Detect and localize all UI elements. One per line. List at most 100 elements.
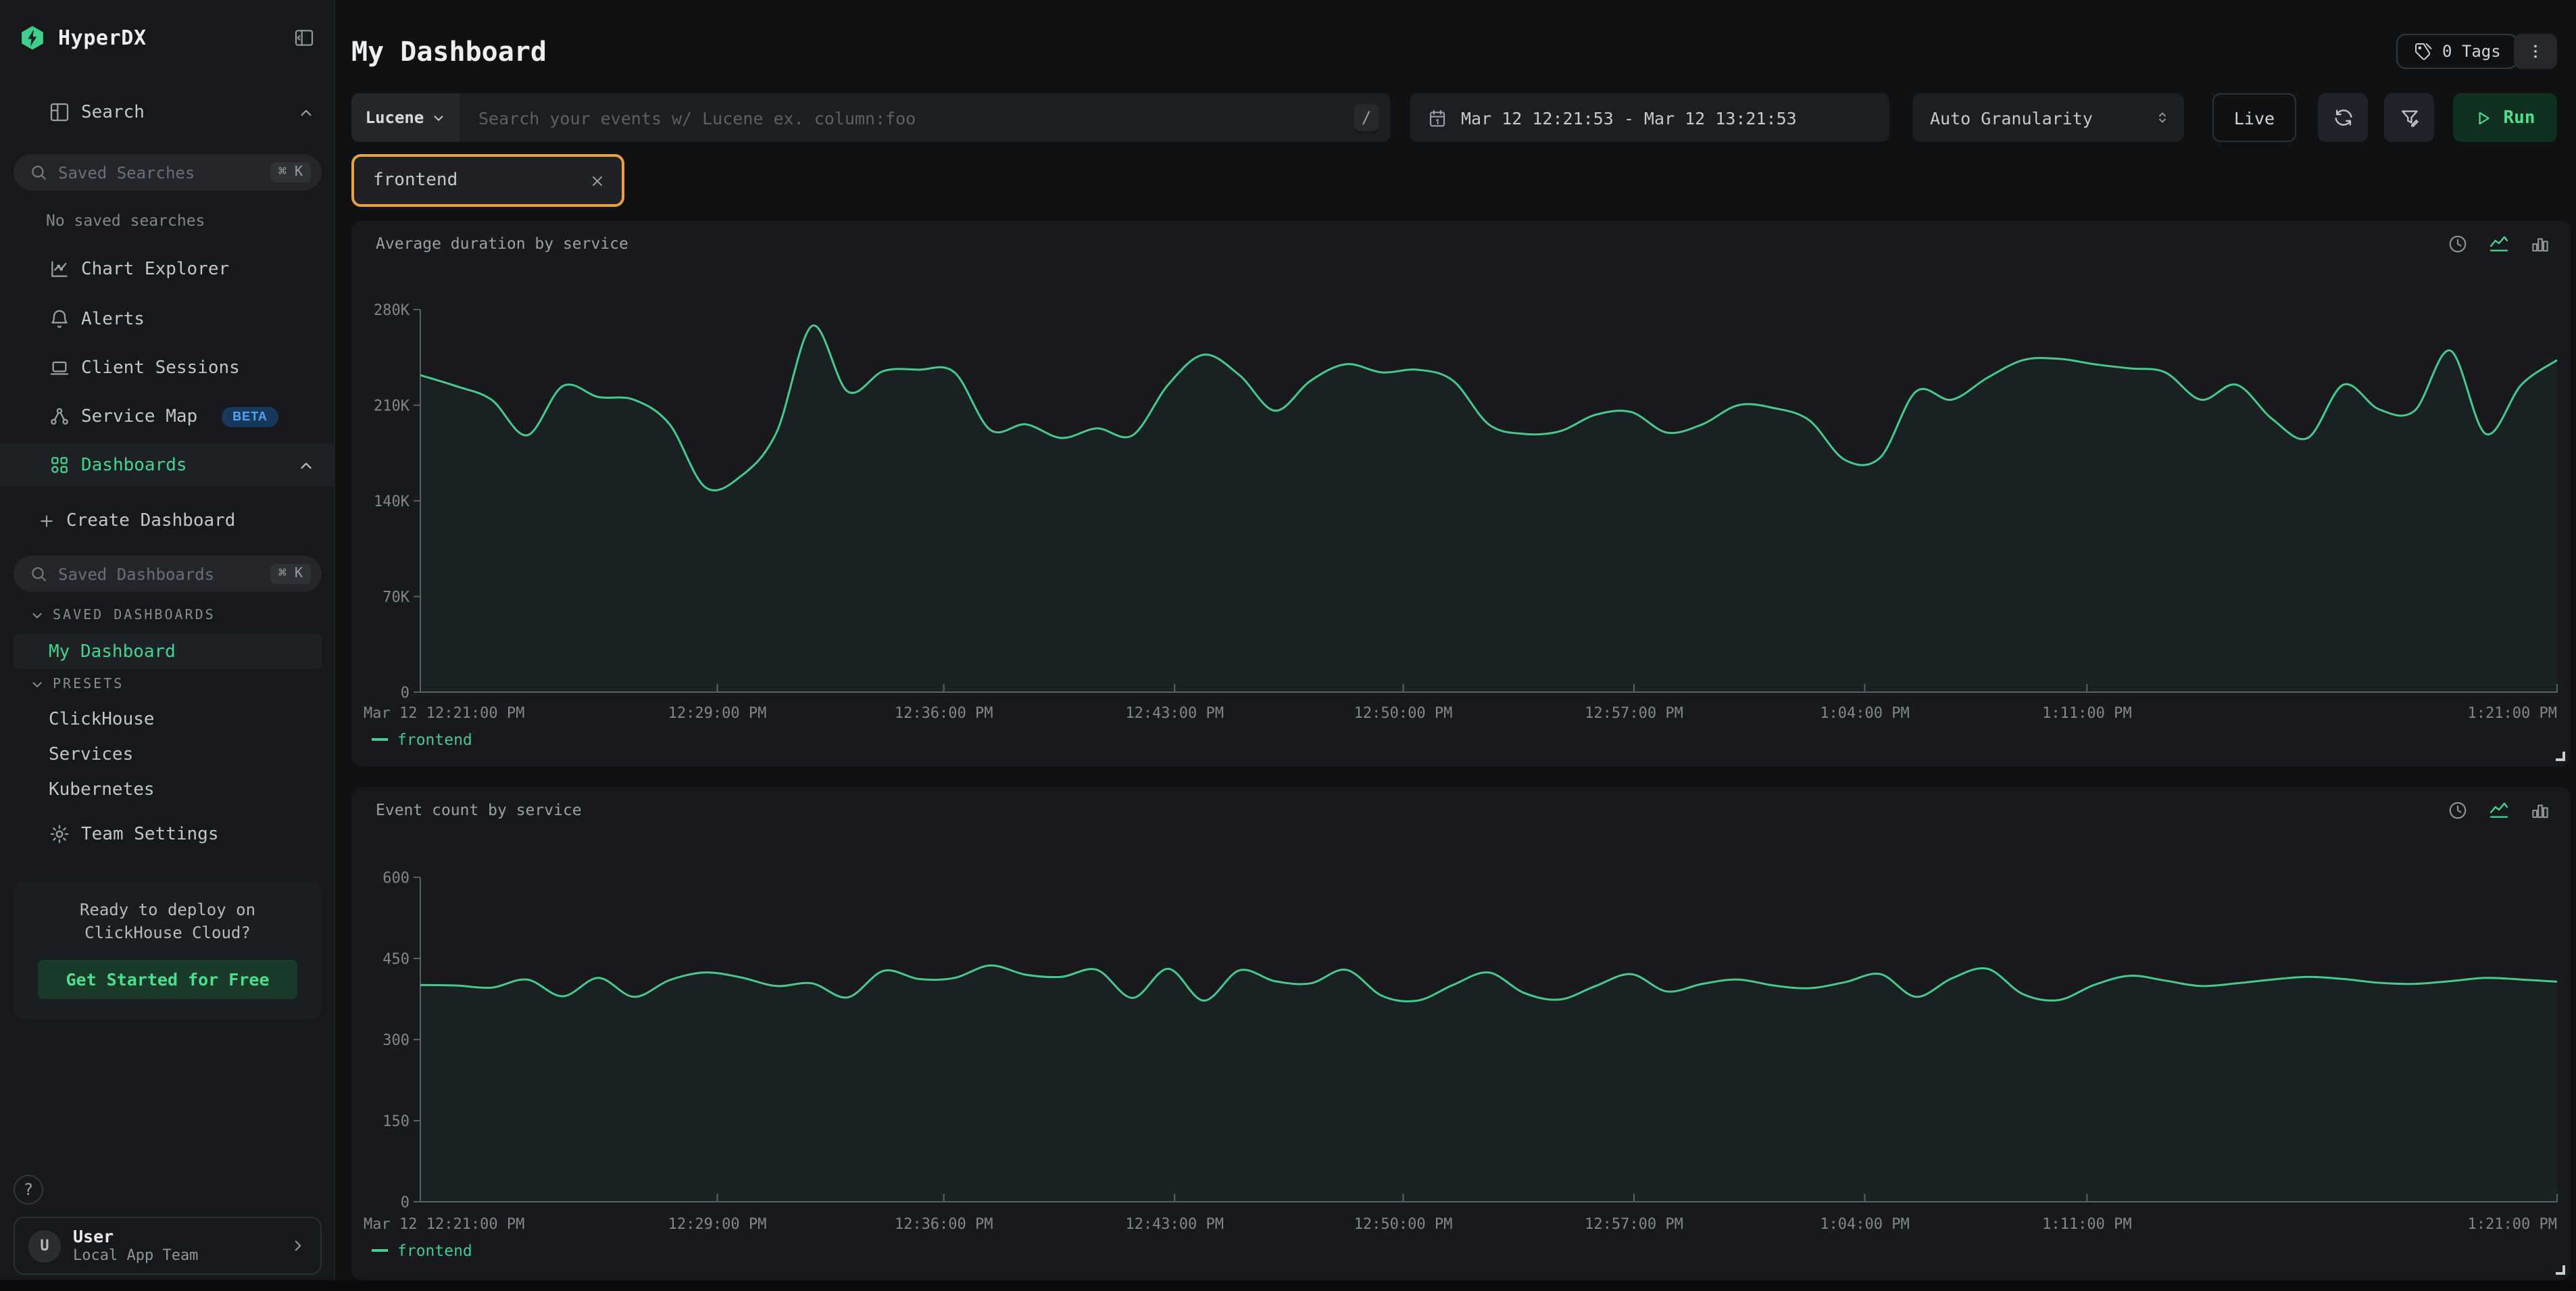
- help-button[interactable]: ?: [14, 1175, 43, 1204]
- page-title: My Dashboard: [351, 35, 547, 68]
- event-count-chart[interactable]: 6004503001500Mar 12 12:21:00 PM12:29:00 …: [351, 787, 2571, 1280]
- bell-icon: [49, 308, 70, 330]
- beta-badge: BETA: [222, 406, 278, 427]
- sidebar-item-chart-explorer[interactable]: Chart Explorer: [0, 250, 334, 288]
- dashboard-name: My Dashboard: [49, 641, 176, 662]
- query-toolbar: Lucene Search your events w/ Lucene ex. …: [0, 93, 2576, 142]
- gear-icon: [49, 823, 70, 845]
- granularity-select[interactable]: Auto Granularity: [1912, 93, 2184, 142]
- chart-line-icon: [49, 258, 70, 280]
- sidebar-item-services[interactable]: Services: [14, 737, 322, 772]
- question-mark-icon: ?: [24, 1180, 33, 1199]
- avatar: U: [28, 1229, 61, 1262]
- search-icon: [30, 565, 47, 583]
- sidebar-item-client-sessions[interactable]: Client Sessions: [0, 349, 334, 387]
- chart-panel-event-count: Event count by service 6004503001500Mar …: [351, 787, 2571, 1280]
- svg-text:150: 150: [382, 1113, 410, 1130]
- chevron-up-icon: [297, 456, 315, 474]
- refresh-icon: [2332, 107, 2354, 128]
- svg-text:600: 600: [382, 870, 410, 887]
- svg-text:12:36:00 PM: 12:36:00 PM: [895, 705, 993, 722]
- sidebar-item-service-map[interactable]: Service Map BETA: [0, 397, 334, 435]
- svg-text:70K: 70K: [382, 589, 410, 606]
- live-button[interactable]: Live: [2212, 93, 2296, 142]
- saved-dashboards-section-header[interactable]: SAVED DASHBOARDS: [30, 608, 216, 623]
- search-input[interactable]: Search your events w/ Lucene ex. column:…: [460, 107, 1354, 128]
- plus-icon: [38, 512, 55, 529]
- sidebar-item-label: Chart Explorer: [81, 259, 229, 279]
- resize-grip[interactable]: [2556, 1265, 2565, 1275]
- svg-text:1:21:00 PM: 1:21:00 PM: [2468, 705, 2557, 722]
- svg-text:0: 0: [401, 1194, 410, 1211]
- resize-grip[interactable]: [2556, 752, 2565, 761]
- sidebar-collapse-icon[interactable]: [293, 27, 315, 49]
- sidebar-item-my-dashboard[interactable]: My Dashboard: [14, 634, 322, 669]
- saved-searches-placeholder: Saved Searches: [58, 163, 259, 182]
- no-saved-searches-text: No saved searches: [46, 211, 205, 230]
- play-icon: [2475, 109, 2493, 126]
- filter-chip-label: frontend: [373, 170, 589, 191]
- preset-name: Kubernetes: [49, 779, 155, 800]
- sidebar-item-alerts[interactable]: Alerts: [0, 300, 334, 338]
- sidebar-item-label: Dashboards: [81, 455, 187, 475]
- dashboards-grid-icon: [49, 454, 70, 476]
- filter-chip-frontend[interactable]: frontend: [351, 154, 624, 207]
- create-dashboard-button[interactable]: Create Dashboard: [0, 502, 334, 539]
- svg-text:1:04:00 PM: 1:04:00 PM: [1820, 705, 1909, 722]
- svg-text:12:29:00 PM: 12:29:00 PM: [668, 705, 767, 722]
- preset-name: Services: [49, 744, 133, 764]
- close-icon[interactable]: [589, 172, 605, 189]
- clickhouse-cloud-promo: Ready to deploy on ClickHouse Cloud? Get…: [14, 881, 322, 1019]
- logo-row: HyperDX: [0, 18, 334, 58]
- filter-button[interactable]: [2384, 93, 2434, 142]
- language-select[interactable]: Lucene: [351, 93, 460, 142]
- promo-text: Ready to deploy on ClickHouse Cloud?: [30, 899, 305, 946]
- laptop-icon: [49, 357, 70, 379]
- duration-chart[interactable]: 280K210K140K70K0Mar 12 12:21:00 PM12:29:…: [351, 220, 2571, 766]
- svg-text:frontend: frontend: [397, 731, 472, 749]
- create-dashboard-label: Create Dashboard: [66, 510, 235, 531]
- saved-searches-input[interactable]: Saved Searches ⌘ K: [14, 154, 322, 191]
- filter-edit-icon: [2398, 107, 2420, 128]
- svg-text:450: 450: [382, 951, 410, 968]
- svg-text:12:50:00 PM: 12:50:00 PM: [1354, 705, 1453, 722]
- brand-name: HyperDX: [58, 26, 147, 50]
- hyperdx-logo-icon: [19, 24, 46, 51]
- language-label: Lucene: [366, 108, 424, 127]
- shortcut-badge: ⌘ K: [270, 162, 311, 182]
- svg-text:210K: 210K: [374, 398, 410, 415]
- refresh-button[interactable]: [2318, 93, 2368, 142]
- svg-text:12:50:00 PM: 12:50:00 PM: [1354, 1216, 1453, 1233]
- svg-text:12:36:00 PM: 12:36:00 PM: [895, 1216, 993, 1233]
- chevron-down-icon: [30, 677, 45, 692]
- dashboard-menu-button[interactable]: [2514, 34, 2557, 69]
- user-team: Local App Team: [73, 1247, 277, 1266]
- event-search-bar[interactable]: Lucene Search your events w/ Lucene ex. …: [351, 93, 1391, 142]
- kebab-icon: [2526, 42, 2545, 61]
- chevron-down-icon: [430, 110, 445, 125]
- service-map-icon: [49, 406, 70, 427]
- svg-text:0: 0: [401, 685, 410, 702]
- section-label: PRESETS: [53, 677, 124, 692]
- saved-dashboards-input[interactable]: Saved Dashboards ⌘ K: [14, 556, 322, 592]
- presets-section-header[interactable]: PRESETS: [30, 677, 124, 692]
- chart-panel-duration: Average duration by service 280K210K140K…: [351, 220, 2571, 766]
- svg-text:280K: 280K: [374, 302, 410, 319]
- tags-button[interactable]: 0 Tags: [2396, 34, 2519, 69]
- sidebar-item-dashboards[interactable]: Dashboards: [0, 443, 334, 487]
- run-button[interactable]: Run: [2453, 93, 2557, 142]
- sidebar-item-label: Team Settings: [81, 824, 219, 844]
- shortcut-badge: ⌘ K: [270, 564, 311, 584]
- user-menu[interactable]: U User Local App Team: [14, 1217, 322, 1275]
- run-label: Run: [2504, 107, 2535, 128]
- granularity-value: Auto Granularity: [1930, 107, 2093, 128]
- svg-text:1:11:00 PM: 1:11:00 PM: [2042, 705, 2131, 722]
- sidebar-item-team-settings[interactable]: Team Settings: [0, 815, 334, 853]
- tags-label: 0 Tags: [2442, 42, 2501, 61]
- svg-text:1:04:00 PM: 1:04:00 PM: [1820, 1216, 1909, 1233]
- date-range-picker[interactable]: Mar 12 12:21:53 - Mar 12 13:21:53: [1410, 93, 1889, 142]
- get-started-button[interactable]: Get Started for Free: [38, 960, 297, 999]
- sidebar-item-clickhouse[interactable]: ClickHouse: [14, 702, 322, 737]
- sidebar-item-kubernetes[interactable]: Kubernetes: [14, 772, 322, 807]
- sidebar-item-label: Alerts: [81, 309, 145, 329]
